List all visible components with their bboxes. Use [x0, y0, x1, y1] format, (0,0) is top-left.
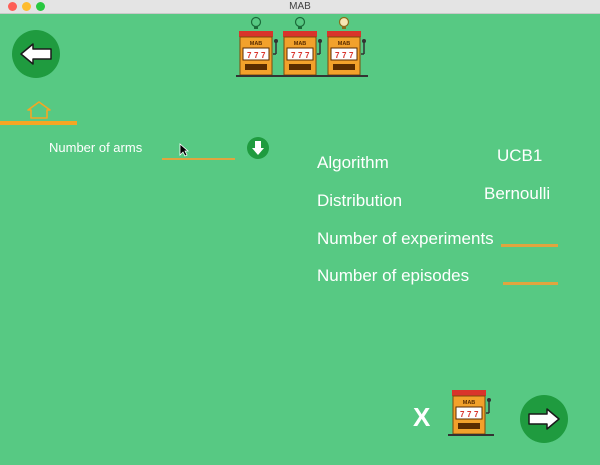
download-button[interactable] [247, 137, 269, 159]
next-button[interactable] [520, 395, 568, 443]
distribution-value[interactable]: Bernoulli [484, 184, 550, 204]
slot-machine-icon: MAB 7 7 7 [236, 16, 280, 77]
lightbulb-icon [294, 16, 306, 29]
multiplier-label: X [413, 402, 431, 432]
episodes-input[interactable] [503, 282, 558, 285]
app-content [0, 14, 600, 465]
svg-text:MAB: MAB [463, 400, 476, 406]
svg-text:7: 7 [460, 410, 465, 419]
episodes-label: Number of episodes [317, 266, 470, 285]
window-titlebar: MAB [0, 0, 600, 14]
algorithm-value[interactable]: UCB1 [497, 146, 542, 166]
lightbulb-icon [338, 16, 350, 29]
window-title: MAB [289, 1, 311, 12]
svg-text:7: 7 [298, 51, 303, 60]
arrow-right-icon [528, 408, 560, 430]
algorithm-label: Algorithm [317, 153, 389, 172]
svg-text:7: 7 [254, 51, 259, 60]
svg-text:7: 7 [467, 410, 472, 419]
slot-machine-icon: MAB 7 7 7 [448, 390, 494, 436]
svg-text:7: 7 [342, 51, 347, 60]
svg-text:MAB: MAB [338, 41, 351, 47]
slot-machine-icon: MAB 7 7 7 [324, 16, 368, 77]
arms-label: Number of arms [49, 140, 143, 155]
arrow-left-icon [20, 43, 52, 65]
svg-text:MAB: MAB [250, 41, 263, 47]
home-underline [0, 121, 77, 125]
distribution-label: Distribution [317, 191, 403, 210]
experiments-label: Number of experiments [317, 229, 494, 248]
arrow-down-icon [252, 141, 264, 155]
lightbulb-icon [250, 16, 262, 29]
mouse-cursor-icon [179, 143, 189, 157]
slot-machine-icon: MAB 7 7 7 [280, 16, 324, 77]
experiments-input[interactable] [501, 244, 558, 247]
svg-text:7: 7 [291, 51, 296, 60]
svg-text:7: 7 [247, 51, 252, 60]
svg-text:7: 7 [349, 51, 354, 60]
svg-text:7: 7 [335, 51, 340, 60]
svg-text:7: 7 [474, 410, 479, 419]
home-icon[interactable] [26, 100, 52, 120]
svg-text:7: 7 [305, 51, 310, 60]
svg-text:MAB: MAB [294, 41, 307, 47]
arms-input[interactable] [162, 144, 235, 160]
svg-text:7: 7 [261, 51, 266, 60]
back-button[interactable] [12, 30, 60, 78]
